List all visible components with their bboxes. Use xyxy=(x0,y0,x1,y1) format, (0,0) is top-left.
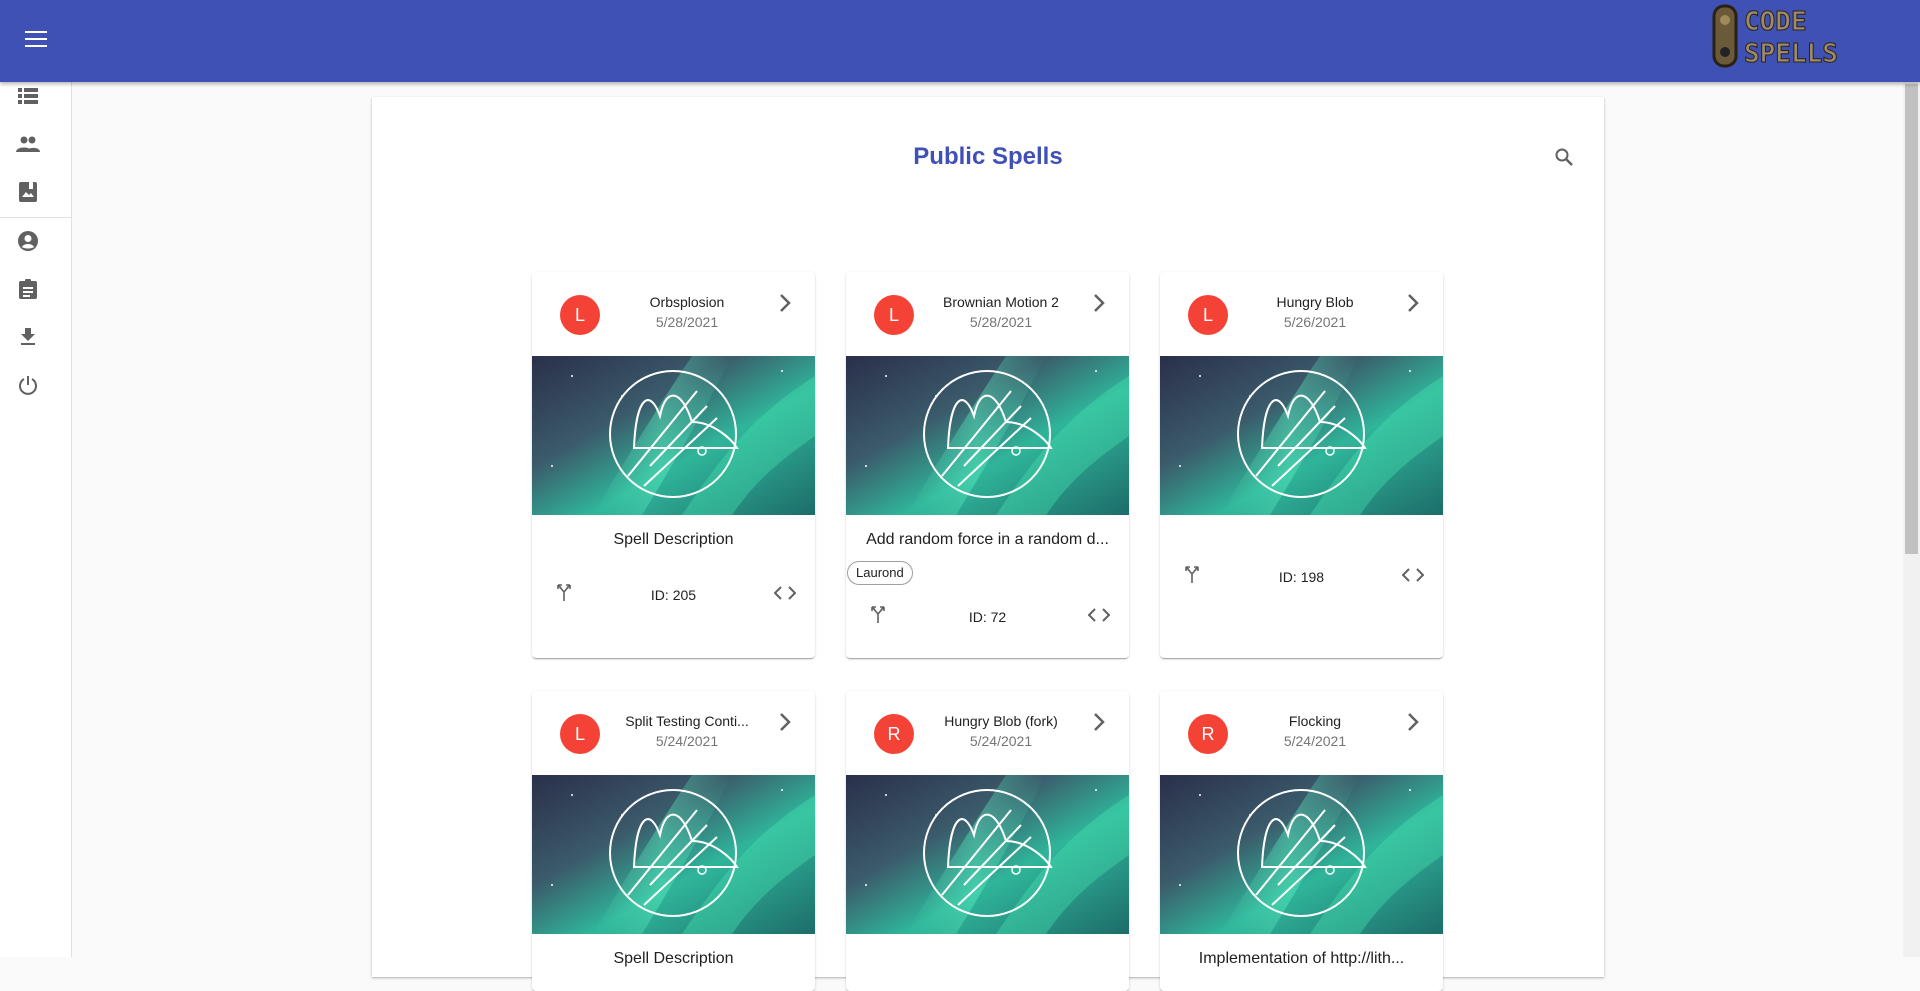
search-icon xyxy=(1555,148,1573,171)
avatar: L xyxy=(560,714,600,754)
drawer-divider xyxy=(0,217,71,218)
logout-nav[interactable] xyxy=(12,371,44,403)
card-date: 5/28/2021 xyxy=(655,314,719,330)
search-button[interactable] xyxy=(1550,145,1578,173)
menu-icon xyxy=(25,30,47,52)
chevron-right-icon xyxy=(1093,293,1105,317)
list-icon xyxy=(18,87,38,110)
card-date: 5/24/2021 xyxy=(655,733,719,749)
spells-panel: Public Spells L Orbsplosion 5/28/2021 Sp… xyxy=(372,97,1604,991)
view-code-button[interactable] xyxy=(1401,565,1425,589)
card-title: Hungry Blob (fork) xyxy=(944,713,1058,729)
card-header: L Hungry Blob 5/26/2021 xyxy=(1160,272,1443,356)
spell-card: L Brownian Motion 2 5/28/2021 Add random… xyxy=(846,272,1129,658)
open-spell-button[interactable] xyxy=(1085,291,1113,319)
author-chip[interactable]: Laurond xyxy=(847,561,913,585)
spell-card: L Hungry Blob 5/26/2021 ID: 198 xyxy=(1160,272,1443,658)
avatar: L xyxy=(1188,295,1228,335)
card-header: L Orbsplosion 5/28/2021 xyxy=(532,272,815,356)
open-spell-button[interactable] xyxy=(771,710,799,738)
avatar: L xyxy=(874,295,914,335)
page-scrollbar[interactable] xyxy=(1903,82,1920,957)
code-icon xyxy=(1087,607,1111,627)
chevron-right-icon xyxy=(779,293,791,317)
download-nav[interactable] xyxy=(12,323,44,355)
card-header: R Flocking 5/24/2021 xyxy=(1160,691,1443,775)
open-spell-button[interactable] xyxy=(771,291,799,319)
account-circle-icon xyxy=(18,230,38,256)
people-nav[interactable] xyxy=(12,130,44,162)
account-nav[interactable] xyxy=(12,227,44,259)
spell-card: L Split Testing Conti... 5/24/2021 Spell… xyxy=(532,691,815,991)
card-title: Hungry Blob xyxy=(1276,294,1354,310)
scrollbar-thumb[interactable] xyxy=(1905,84,1918,554)
card-actions: ID: 198 xyxy=(1160,557,1443,597)
spell-image[interactable] xyxy=(846,775,1129,934)
spell-image[interactable] xyxy=(846,356,1129,515)
card-title: Orbsplosion xyxy=(649,294,725,310)
chevron-right-icon xyxy=(1093,712,1105,736)
photo-album-icon xyxy=(19,181,37,207)
menu-button[interactable] xyxy=(16,25,56,57)
svg-text:CODE: CODE xyxy=(1744,7,1807,37)
card-header: L Brownian Motion 2 5/28/2021 xyxy=(846,272,1129,356)
card-title: Split Testing Conti... xyxy=(625,713,749,729)
open-spell-button[interactable] xyxy=(1399,291,1427,319)
open-spell-button[interactable] xyxy=(1399,710,1427,738)
card-header: L Split Testing Conti... 5/24/2021 xyxy=(532,691,815,775)
avatar: L xyxy=(560,295,600,335)
card-header: R Hungry Blob (fork) 5/24/2021 xyxy=(846,691,1129,775)
card-actions: ID: 72 xyxy=(846,597,1129,637)
spells-list-nav[interactable] xyxy=(12,82,44,114)
code-spells-logo: CODE SPELLS xyxy=(1712,2,1890,70)
code-icon xyxy=(1401,567,1425,587)
code-icon xyxy=(773,585,797,605)
people-icon xyxy=(16,136,40,157)
open-spell-button[interactable] xyxy=(1085,710,1113,738)
card-title: Flocking xyxy=(1288,713,1342,729)
power-icon xyxy=(18,375,38,400)
assignment-icon xyxy=(19,278,37,304)
chevron-right-icon xyxy=(1407,712,1419,736)
card-description: Implementation of http://lith... xyxy=(1198,950,1405,967)
app-bar: CODE SPELLS xyxy=(0,0,1920,82)
spell-image[interactable] xyxy=(1160,775,1443,934)
card-description: Add random force in a random d... xyxy=(866,531,1109,548)
avatar: R xyxy=(874,714,914,754)
spell-image[interactable] xyxy=(1160,356,1443,515)
card-title: Brownian Motion 2 xyxy=(943,294,1059,310)
card-date: 5/24/2021 xyxy=(1283,733,1347,749)
card-description: Spell Description xyxy=(613,950,734,967)
spell-image[interactable] xyxy=(532,775,815,934)
spell-card: R Hungry Blob (fork) 5/24/2021 xyxy=(846,691,1129,991)
spell-image[interactable] xyxy=(532,356,815,515)
svg-text:SPELLS: SPELLS xyxy=(1744,39,1838,69)
avatar: R xyxy=(1188,714,1228,754)
view-code-button[interactable] xyxy=(773,583,797,607)
spell-card: R Flocking 5/24/2021 Implementation of h… xyxy=(1160,691,1443,991)
card-date: 5/28/2021 xyxy=(969,314,1033,330)
chevron-right-icon xyxy=(779,712,791,736)
view-code-button[interactable] xyxy=(1087,605,1111,629)
download-icon xyxy=(20,327,36,351)
card-date: 5/24/2021 xyxy=(969,733,1033,749)
side-drawer xyxy=(0,82,72,957)
assignments-nav[interactable] xyxy=(12,275,44,307)
spell-card: L Orbsplosion 5/28/2021 Spell Descriptio… xyxy=(532,272,815,658)
chevron-right-icon xyxy=(1407,293,1419,317)
card-date: 5/26/2021 xyxy=(1283,314,1347,330)
card-description: Spell Description xyxy=(613,531,734,548)
gallery-nav[interactable] xyxy=(12,178,44,210)
card-actions: ID: 205 xyxy=(532,575,815,615)
page-title: Public Spells xyxy=(913,143,1063,170)
